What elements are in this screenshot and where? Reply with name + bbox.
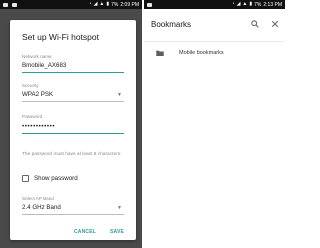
security-select[interactable]: WPA2 PSK [22,91,53,98]
battery-percent: 7% [254,1,262,8]
save-button[interactable]: SAVE [110,229,124,235]
status-time: 2:13 PM [263,1,282,8]
dialog-title: Set up Wi-Fi hotspot [22,32,100,42]
cancel-button[interactable]: CANCEL [74,229,96,235]
network-name-underline [22,72,124,73]
show-password-label[interactable]: Show password [34,175,78,182]
clock-icon: ◔ [88,1,92,7]
notification-square-icon [12,2,17,7]
wifi-icon: ◢ [236,1,241,7]
notification-square-icon [3,2,8,7]
bookmarks-app-bar: Bookmarks [144,9,285,42]
wifi-icon: ◢ [93,1,98,7]
network-name-input[interactable]: Bmobile_AX683 [22,62,66,69]
show-password-checkbox[interactable] [22,175,29,182]
chevron-down-icon[interactable]: ▼ [117,205,122,211]
signal-icon: ▲ [99,1,105,7]
close-icon[interactable] [271,20,279,30]
security-underline [22,101,124,102]
ap-band-select[interactable]: 2.4 GHz Band [22,204,61,211]
left-phone-screen: ◔ ◢ ▲ ▮ 7% 2:09 PM Set up Wi-Fi hotspot … [0,0,142,248]
battery-percent: 7% [111,1,119,8]
notification-square-icon [147,2,152,7]
wifi-hotspot-dialog: Set up Wi-Fi hotspot Network name Bmobil… [10,20,136,240]
status-bar: ◔ ◢ ▲ ▮ 7% 2:09 PM [0,0,142,9]
chevron-down-icon[interactable]: ▼ [117,92,122,98]
page-title: Bookmarks [151,20,192,29]
network-name-label: Network name [22,54,52,59]
password-hint: The password must have at least 8 charac… [22,152,122,157]
password-input[interactable]: •••••••••••• [22,123,55,130]
clock-icon: ◔ [231,1,235,7]
password-label: Password [22,114,43,119]
signal-icon: ▲ [242,1,248,7]
battery-icon: ▮ [106,1,110,7]
right-phone-screen: ◔ ◢ ▲ ▮ 7% 2:13 PM Bookmarks Mobile book… [144,0,285,248]
list-item[interactable]: Mobile bookmarks [144,42,285,65]
folder-label: Mobile bookmarks [179,50,224,56]
search-icon[interactable] [251,20,259,30]
status-time: 2:09 PM [120,1,139,8]
security-label: Security [22,83,39,88]
password-underline [22,133,124,134]
status-bar: ◔ ◢ ▲ ▮ 7% 2:13 PM [144,0,285,9]
battery-icon: ▮ [249,1,253,7]
ap-band-label: Select AP Band [22,196,54,201]
folder-icon [156,50,164,56]
ap-band-underline [22,214,124,215]
